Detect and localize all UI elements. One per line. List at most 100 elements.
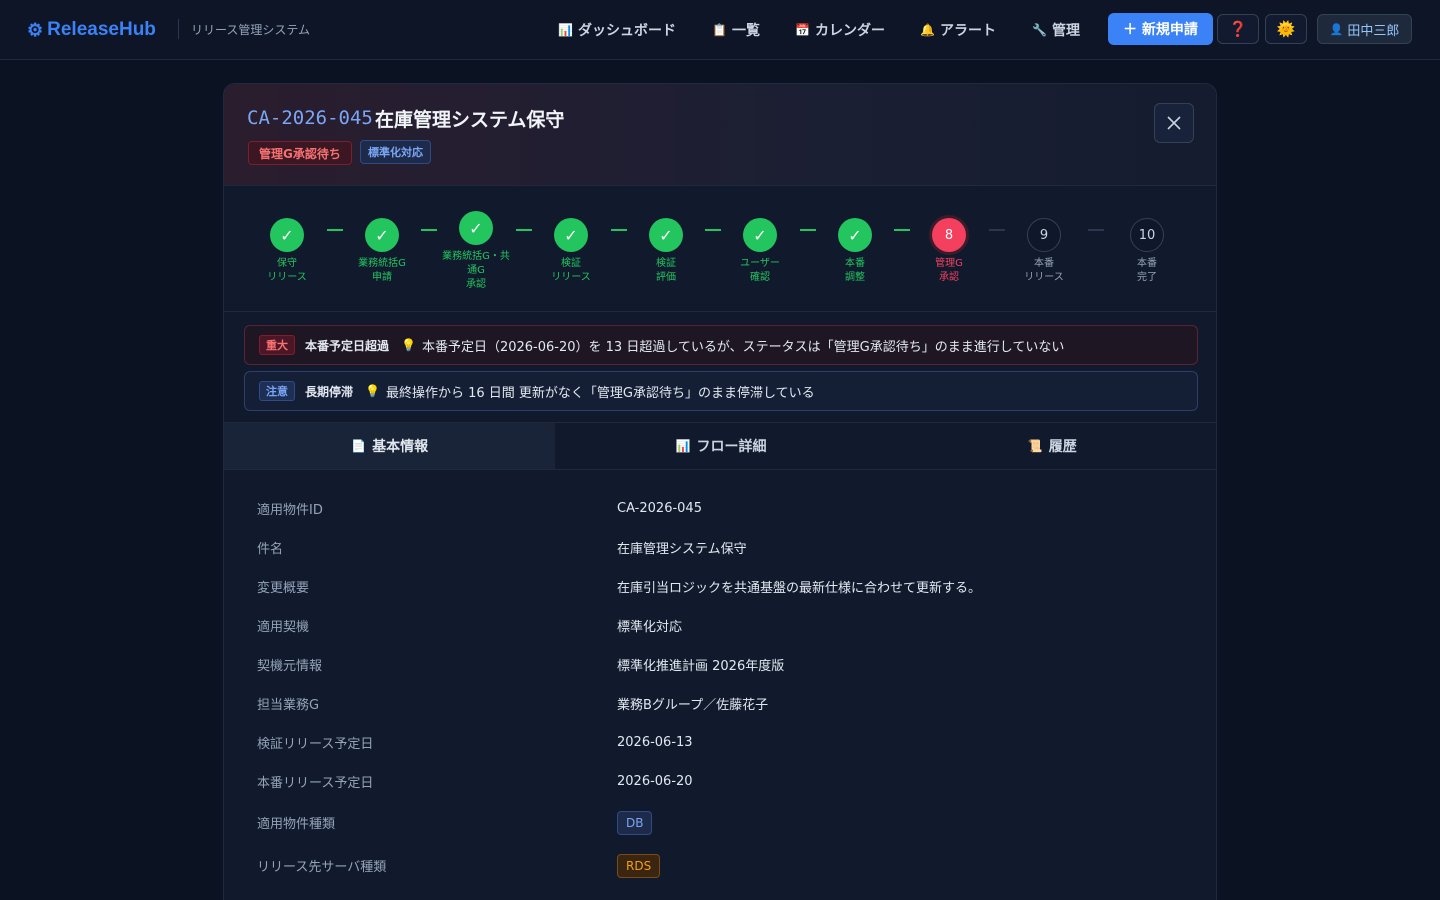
tab-label: フロー詳細 [696,439,767,455]
app-subtitle: リリース管理システム [191,23,311,37]
field-label: 検証リリース予定日 [257,737,374,752]
nav-list[interactable]: 📋 一覧 [712,18,760,42]
field-label: 変更概要 [257,581,310,596]
step-number: 10 [1130,218,1164,252]
document-icon: 📄 [351,439,367,453]
field-label: 担当業務G [257,698,320,713]
nav-admin[interactable]: 🔧 管理 [1032,18,1080,42]
info-row-owner-group: 担当業務G 業務Bグループ／佐藤花子 [257,684,1187,723]
close-icon [1167,116,1181,130]
field-label: 適用物件ID [257,503,323,518]
chart-icon: 📊 [558,23,573,37]
nav-alerts[interactable]: 🔔 アラート [920,18,996,42]
nav-label: 管理 [1051,23,1080,39]
field-value: 業務Bグループ／佐藤花子 [617,698,769,713]
field-label: 契機元情報 [257,659,323,674]
step-number: 9 [1027,218,1061,252]
scroll-icon: 📜 [1027,439,1043,453]
tab-basic-info[interactable]: 📄 基本情報 [224,423,556,469]
check-icon: ✓ [365,218,399,252]
sun-icon: 🌞 [1276,20,1296,38]
top-bar: ⚙ ReleaseHub リリース管理システム 📊 ダッシュボード 📋 一覧 📅… [0,0,1440,60]
theme-toggle-button[interactable]: 🌞 [1265,14,1307,44]
step-1: ✓ 保守 リリース [242,218,332,285]
close-button[interactable] [1154,103,1194,143]
tab-history[interactable]: 📜 履歴 [887,423,1216,469]
step-label: 本番 完了 [1137,258,1157,283]
step-number: 8 [932,218,966,252]
nav-calendar[interactable]: 📅 カレンダー [795,18,885,42]
alert-title: 長期停滞 [305,384,354,399]
check-icon: ✓ [270,218,304,252]
new-request-button[interactable]: ＋ 新規申請 [1108,13,1213,45]
check-icon: ✓ [554,218,588,252]
item-type-chip: DB [617,810,653,835]
info-row-staging-date: 検証リリース予定日 2026-06-13 [257,723,1187,762]
step-3: ✓ 業務統括G・共 通G 承認 [431,211,521,292]
detail-modal: CA-2026-045 在庫管理システム保守 管理G承認待ち 標準化対応 ✓ 保守… [223,83,1217,900]
modal-header: CA-2026-045 在庫管理システム保守 管理G承認待ち 標準化対応 [224,84,1216,186]
chart-icon: 📊 [675,439,691,453]
severity-badge: 重大 [259,335,295,355]
help-button[interactable]: ❓ [1217,14,1259,44]
alert-message: 最終操作から 16 日間 更新がなく「管理G承認待ち」のまま停滞している [385,385,815,401]
check-icon: ✓ [459,211,493,245]
field-label: リリース先サーバ種類 [257,860,387,875]
app-logo[interactable]: ⚙ ReleaseHub [27,16,156,44]
info-row-server-type: リリース先サーバ種類 RDS [257,846,1187,885]
wrench-icon: 🔧 [1032,23,1047,37]
step-label: 検証 リリース [551,258,591,283]
info-row-summary: 変更概要 在庫引当ロジックを共通基盤の最新仕様に合わせて更新する。 [257,567,1187,606]
step-label: 本番 調整 [845,258,865,283]
case-id: CA-2026-045 [247,107,373,129]
brand-divider [178,19,179,39]
field-label: 適用物件種類 [257,817,336,832]
clipboard-icon: 📋 [712,23,727,37]
info-row-trigger-source: 契機元情報 標準化推進計画 2026年度版 [257,645,1187,684]
step-9: 9 本番 リリース [999,218,1089,285]
step-7: ✓ 本番 調整 [810,218,900,285]
nav-label: 一覧 [731,23,760,39]
check-icon: ✓ [838,218,872,252]
field-value: 在庫引当ロジックを共通基盤の最新仕様に合わせて更新する。 [617,581,982,596]
step-4: ✓ 検証 リリース [526,218,616,285]
step-10: 10 本番 完了 [1102,218,1192,285]
question-icon: ❓ [1228,20,1248,38]
field-value: 2026-06-20 [617,774,693,789]
tab-bar: 📄 基本情報 📊 フロー詳細 📜 履歴 [224,422,1216,470]
alert-warning: 注意 長期停滞 💡 最終操作から 16 日間 更新がなく「管理G承認待ち」のまま… [244,371,1198,411]
user-menu-button[interactable]: 👤 田中三郎 [1317,14,1412,44]
gear-logo-icon: ⚙ [27,19,44,40]
step-6: ✓ ユーザー 確認 [715,218,805,285]
severity-badge: 注意 [259,381,295,401]
nav-label: カレンダー [814,23,885,39]
tab-label: 基本情報 [372,439,429,455]
lightbulb-icon: 💡 [401,338,416,352]
nav-label: ダッシュボード [577,23,676,39]
field-value: 標準化対応 [617,620,683,635]
info-row-prod-date: 本番リリース予定日 2026-06-20 [257,762,1187,801]
info-row-id: 適用物件ID CA-2026-045 [257,489,1187,528]
field-value: CA-2026-045 [617,501,702,516]
step-8: 8 管理G 承認 [904,218,994,285]
field-value: 2026-06-13 [617,735,693,750]
alert-message: 本番予定日（2026-06-20）を 13 日超過しているが、ステータスは「管理… [421,339,1065,355]
tab-label: 履歴 [1048,439,1077,455]
user-name: 田中三郎 [1347,23,1400,39]
tab-flow-detail[interactable]: 📊 フロー詳細 [555,423,886,469]
bell-icon: 🔔 [920,23,935,37]
field-value: 在庫管理システム保守 [617,542,747,557]
check-icon: ✓ [743,218,777,252]
alert-critical: 重大 本番予定日超過 💡 本番予定日（2026-06-20）を 13 日超過して… [244,325,1198,365]
field-value: 標準化推進計画 2026年度版 [617,659,785,674]
info-row-trigger: 適用契機 標準化対応 [257,606,1187,645]
field-label: 本番リリース予定日 [257,776,374,791]
type-badge: 標準化対応 [360,140,431,164]
step-5: ✓ 検証 評価 [621,218,711,285]
lightbulb-icon: 💡 [365,384,380,398]
step-label: 管理G 承認 [935,258,963,283]
step-label: 業務統括G 申請 [358,258,406,283]
calendar-icon: 📅 [795,23,810,37]
nav-dashboard[interactable]: 📊 ダッシュボード [558,18,676,42]
step-label: ユーザー 確認 [740,258,780,283]
